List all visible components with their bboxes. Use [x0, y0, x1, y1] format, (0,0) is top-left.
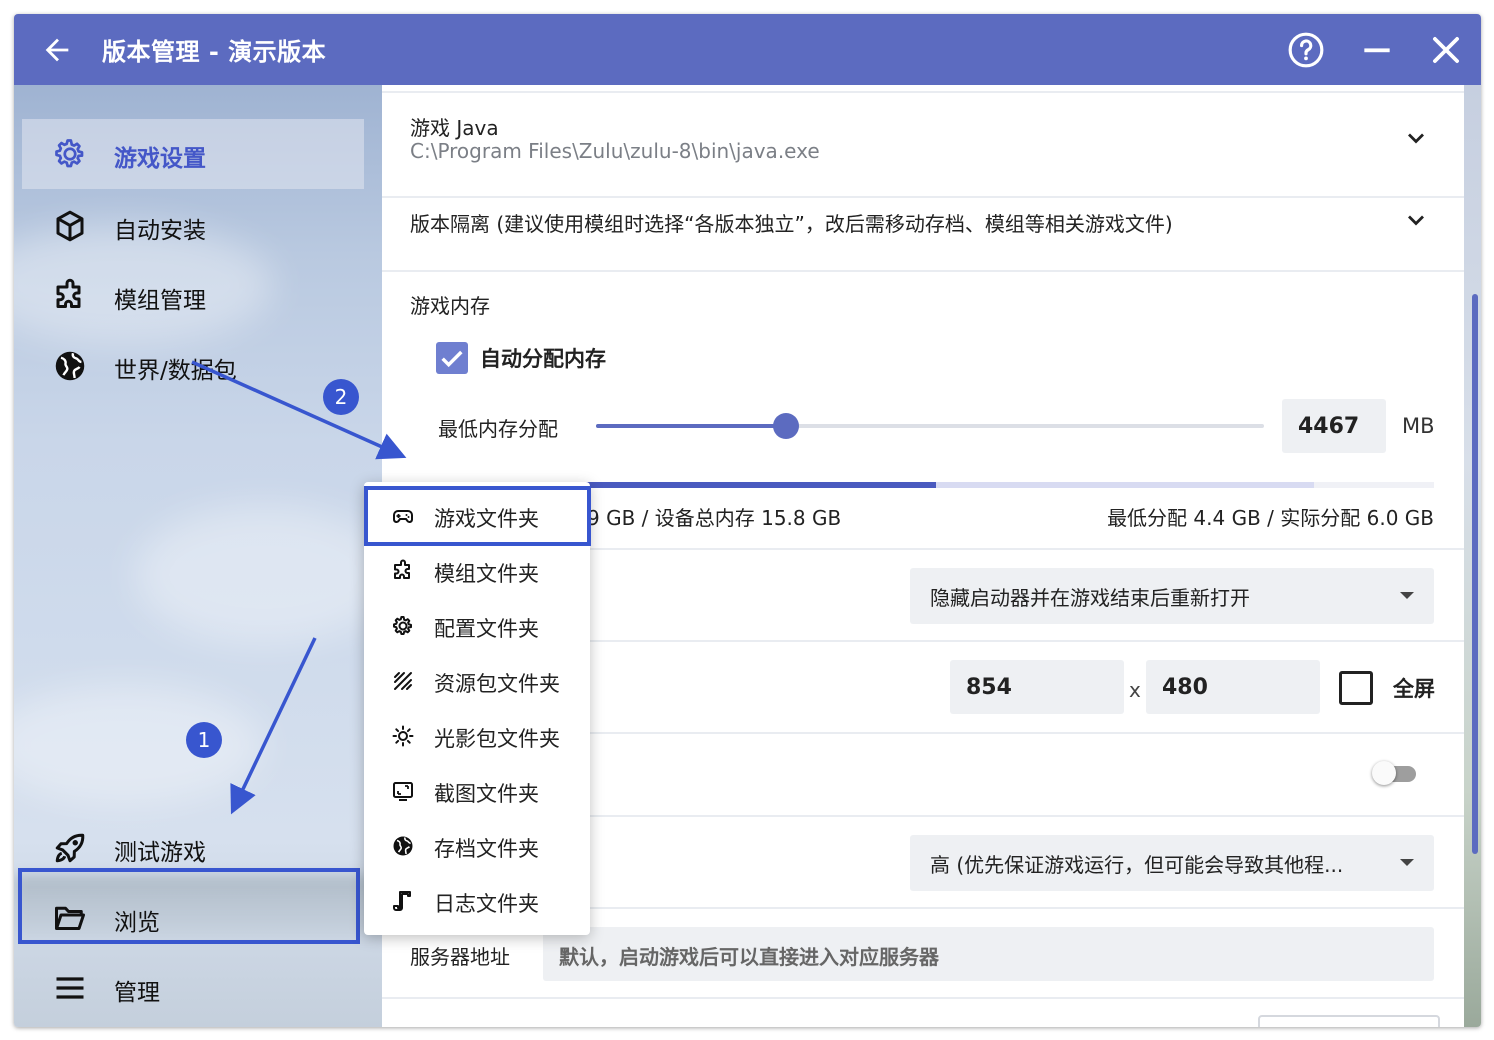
toggle-thumb: [1372, 761, 1396, 785]
menu-item-label: 存档文件夹: [434, 837, 539, 861]
memory-section-title: 游戏内存: [410, 294, 490, 318]
launcher-visibility-select[interactable]: 隐藏启动器并在游戏结束后重新打开: [910, 568, 1434, 624]
browse-highlight-box: [18, 868, 360, 944]
background-cloud: [134, 505, 382, 645]
menu-item-label: 配置文件夹: [434, 617, 539, 641]
auto-memory-label: 自动分配内存: [480, 347, 606, 371]
menu-item-screenshots-folder[interactable]: 截图文件夹: [364, 764, 590, 819]
app-window: 版本管理 - 演示版本 游戏设置 自动安装 模组管理 世界/数据包 测试游戏 浏…: [14, 14, 1481, 1027]
memory-alloc-text: 最低分配 4.4 GB / 实际分配 6.0 GB: [1107, 506, 1434, 530]
sidebar-item-label: 管理: [114, 980, 160, 1006]
sidebar-item-game-settings[interactable]: 游戏设置: [22, 119, 364, 189]
help-icon[interactable]: [1287, 31, 1325, 69]
background-cloud: [14, 685, 264, 805]
back-arrow-icon[interactable]: [40, 33, 74, 67]
log-icon: [393, 891, 411, 911]
dropdown-arrow-icon: [1400, 592, 1414, 599]
menu-item-saves-folder[interactable]: 存档文件夹: [364, 819, 590, 874]
select-value: 隐藏启动器并在游戏结束后重新打开: [930, 586, 1250, 610]
memory-unit: MB: [1402, 414, 1435, 438]
menu-item-label: 模组文件夹: [434, 562, 539, 586]
close-icon[interactable]: [1427, 31, 1465, 69]
browse-popup-menu: 游戏文件夹 模组文件夹 配置文件夹 资源包文件夹 光影包文件夹 截图文件夹 存档…: [364, 482, 590, 935]
java-path: C:\Program Files\Zulu\zulu-8\bin\java.ex…: [410, 139, 820, 163]
server-address-label: 服务器地址: [410, 945, 510, 969]
sidebar-item-worlds-datapacks[interactable]: 世界/数据包: [32, 331, 364, 401]
fullscreen-label: 全屏: [1393, 677, 1435, 701]
gear-icon: [55, 139, 84, 168]
menu-item-shaderpacks-folder[interactable]: 光影包文件夹: [364, 709, 590, 764]
sidebar-item-manage[interactable]: 管理: [32, 953, 364, 1023]
step-badge-1: 1: [186, 722, 222, 758]
resolution-separator: x: [1129, 678, 1141, 702]
scrollbar[interactable]: [1472, 294, 1478, 854]
fullscreen-checkbox[interactable]: [1339, 671, 1373, 705]
window-title: 版本管理 - 演示版本: [102, 38, 327, 66]
menu-item-label: 截图文件夹: [434, 782, 539, 806]
menu-item-label: 日志文件夹: [434, 892, 539, 916]
bottom-action-button[interactable]: [1258, 1015, 1440, 1027]
sidebar-item-auto-install[interactable]: 自动安装: [32, 191, 364, 261]
sidebar: 游戏设置 自动安装 模组管理 世界/数据包 测试游戏 浏览 管理: [14, 85, 382, 1027]
dropdown-arrow-icon: [1400, 859, 1414, 866]
texture-icon: [394, 672, 412, 690]
divider: [382, 270, 1464, 272]
rocket-icon: [55, 833, 85, 863]
divider: [382, 196, 1464, 198]
puzzle-icon: [56, 278, 81, 308]
chevron-down-icon[interactable]: [1402, 124, 1430, 152]
game-folder-highlight-box: [364, 486, 591, 546]
divider: [382, 997, 1464, 999]
process-priority-select[interactable]: 高 (优先保证游戏运行，但可能会导致其他程...: [910, 835, 1434, 891]
sun-icon: [392, 725, 414, 747]
sidebar-item-label: 世界/数据包: [114, 358, 237, 384]
auto-memory-checkbox[interactable]: [436, 342, 468, 374]
puzzle-icon: [394, 559, 410, 579]
isolation-title: 版本隔离 (建议使用模组时选择“各版本独立”，改后需移动存档、模组等相关游戏文件…: [410, 212, 1173, 236]
select-value: 高 (优先保证游戏运行，但可能会导致其他程...: [930, 853, 1344, 877]
resolution-width-input[interactable]: 854: [950, 660, 1124, 714]
globe-icon: [393, 836, 413, 856]
server-address-input[interactable]: 默认，启动游戏后可以直接进入对应服务器: [543, 927, 1434, 981]
title-bar: 版本管理 - 演示版本: [14, 14, 1481, 85]
slider-fill: [596, 424, 786, 428]
sidebar-item-label: 游戏设置: [114, 146, 206, 172]
check-icon: [441, 350, 463, 368]
menu-item-mods-folder[interactable]: 模组文件夹: [364, 544, 590, 599]
memory-usage-text: 9 GB / 设备总内存 15.8 GB: [587, 506, 842, 530]
chevron-down-icon[interactable]: [1402, 206, 1430, 234]
menu-icon: [56, 977, 84, 999]
sidebar-item-mod-management[interactable]: 模组管理: [32, 261, 364, 331]
resolution-height-input[interactable]: 480: [1146, 660, 1320, 714]
gear-icon: [393, 616, 412, 635]
globe-icon: [55, 351, 85, 381]
step-badge-2: 2: [323, 379, 359, 415]
menu-item-label: 资源包文件夹: [434, 672, 560, 696]
menu-item-resourcepacks-folder[interactable]: 资源包文件夹: [364, 654, 590, 709]
min-memory-input[interactable]: 4467: [1282, 399, 1386, 453]
java-title: 游戏 Java: [410, 116, 499, 140]
divider: [382, 91, 1464, 93]
sidebar-item-label: 模组管理: [114, 288, 206, 314]
sidebar-item-label: 自动安装: [114, 218, 206, 244]
min-memory-slider[interactable]: [596, 413, 1264, 439]
menu-item-logs-folder[interactable]: 日志文件夹: [364, 874, 590, 929]
sidebar-item-label: 测试游戏: [114, 840, 206, 866]
cube-icon: [56, 210, 84, 242]
memory-allocated-segment: [936, 482, 1314, 488]
setting-toggle[interactable]: [1372, 761, 1416, 785]
menu-item-label: 光影包文件夹: [434, 727, 560, 751]
slider-thumb[interactable]: [773, 413, 799, 439]
min-memory-label: 最低内存分配: [438, 417, 558, 441]
minimize-icon[interactable]: [1358, 31, 1396, 69]
server-address-placeholder: 默认，启动游戏后可以直接进入对应服务器: [559, 945, 939, 969]
screenshot-icon: [393, 782, 413, 801]
menu-item-config-folder[interactable]: 配置文件夹: [364, 599, 590, 654]
